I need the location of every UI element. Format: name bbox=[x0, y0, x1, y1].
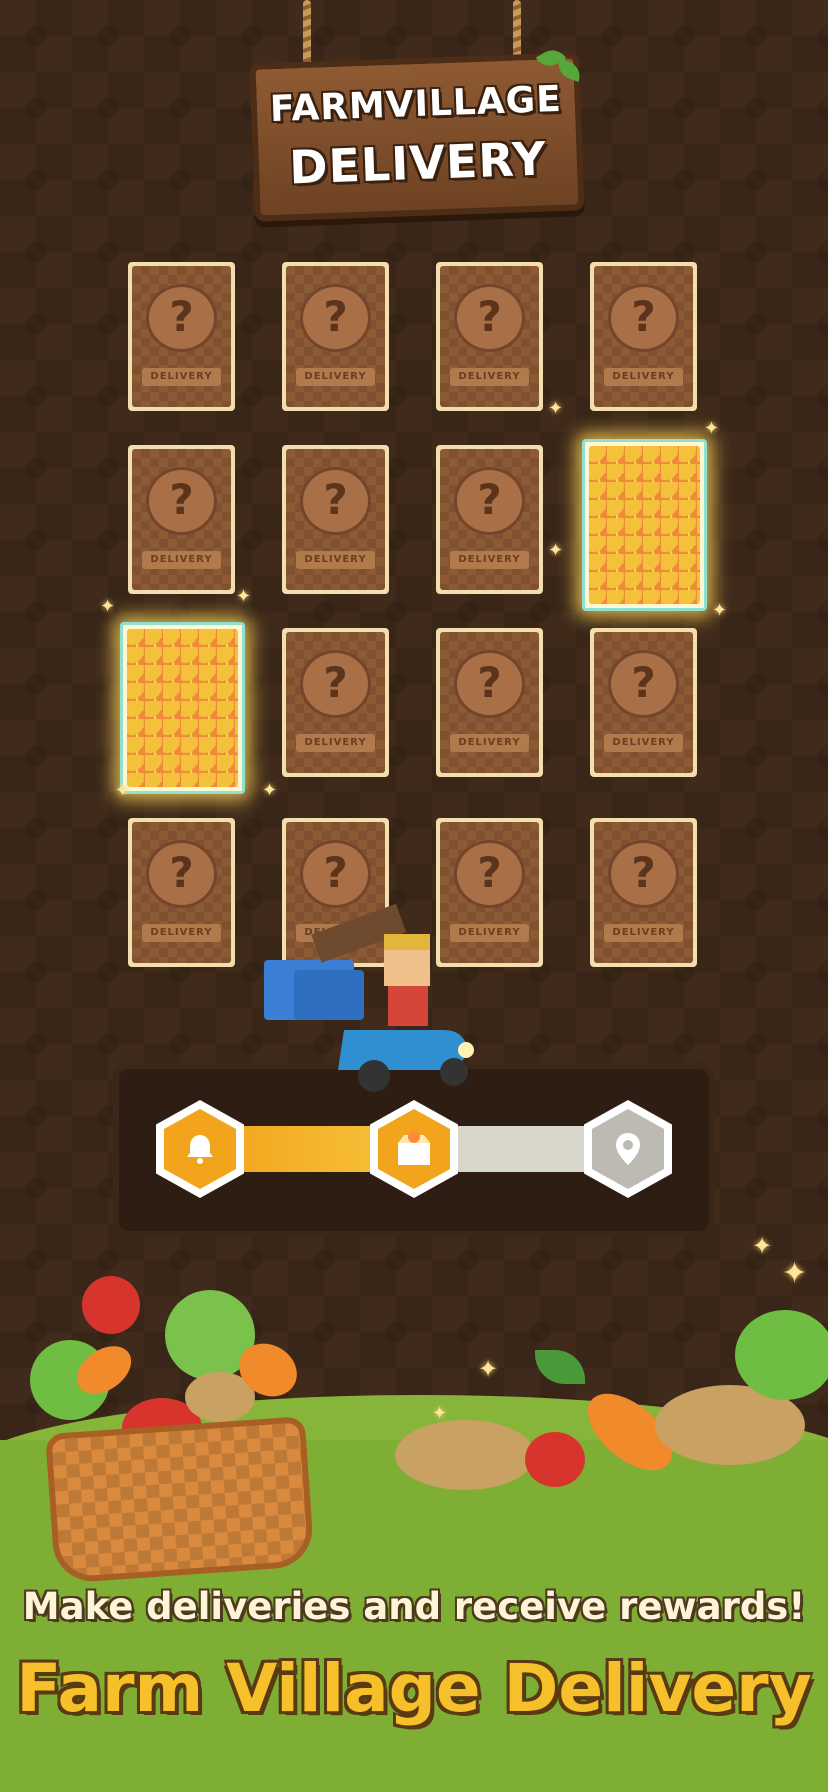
card-revealed[interactable] bbox=[582, 439, 707, 611]
sign-title-line2: DELIVERY bbox=[288, 131, 548, 195]
sign-rope-left bbox=[303, 0, 311, 70]
card-face: ? DELIVERY bbox=[132, 822, 231, 963]
card-face: ? DELIVERY bbox=[594, 822, 693, 963]
card-hidden[interactable]: ? DELIVERY bbox=[128, 262, 235, 411]
question-mark-icon: ? bbox=[631, 848, 656, 897]
card-hidden[interactable]: ? DELIVERY bbox=[436, 628, 543, 777]
potato-icon bbox=[395, 1420, 535, 1490]
bell-icon bbox=[164, 1129, 236, 1177]
sign-title-line1: FARMVILLAGE bbox=[269, 78, 563, 131]
card-revealed[interactable] bbox=[120, 622, 245, 794]
delivery-character bbox=[264, 903, 474, 1092]
card-label: DELIVERY bbox=[450, 368, 529, 386]
question-mark-icon: ? bbox=[323, 475, 348, 524]
card-face: ? DELIVERY bbox=[440, 632, 539, 773]
promo-tagline: Make deliveries and receive rewards! bbox=[22, 1585, 806, 1628]
floral-card-face bbox=[589, 446, 700, 604]
tomato-icon bbox=[525, 1432, 585, 1487]
sparkle-icon: ✦ bbox=[704, 418, 720, 439]
game-title: Farm Village Delivery bbox=[16, 1650, 812, 1727]
card-hidden[interactable]: ? DELIVERY bbox=[282, 262, 389, 411]
floral-card-face bbox=[127, 629, 238, 787]
question-mark-icon: ? bbox=[169, 848, 194, 897]
sparkle-icon: ✦ bbox=[478, 1355, 499, 1383]
card-face: ? DELIVERY bbox=[440, 266, 539, 407]
question-mark-icon: ? bbox=[631, 658, 656, 707]
question-mark-icon: ? bbox=[477, 475, 502, 524]
card-hidden[interactable]: ? DELIVERY bbox=[282, 445, 389, 594]
card-hidden[interactable]: ? DELIVERY bbox=[128, 818, 235, 967]
card-label: DELIVERY bbox=[450, 734, 529, 752]
card-face: ? DELIVERY bbox=[286, 632, 385, 773]
card-face: ? DELIVERY bbox=[440, 449, 539, 590]
sparkle-icon: ✦ bbox=[782, 1256, 808, 1291]
card-label: DELIVERY bbox=[450, 551, 529, 569]
card-face: ? DELIVERY bbox=[594, 266, 693, 407]
card-hidden[interactable]: ? DELIVERY bbox=[436, 445, 543, 594]
card-hidden[interactable]: ? DELIVERY bbox=[590, 628, 697, 777]
sparkle-icon: ✦ bbox=[262, 780, 278, 801]
card-label: DELIVERY bbox=[604, 368, 683, 386]
card-label: DELIVERY bbox=[142, 924, 221, 942]
package-icon bbox=[378, 1129, 450, 1177]
card-hidden[interactable]: ? DELIVERY bbox=[436, 262, 543, 411]
card-hidden[interactable]: ? DELIVERY bbox=[128, 445, 235, 594]
card-label: DELIVERY bbox=[604, 924, 683, 942]
card-label: DELIVERY bbox=[142, 368, 221, 386]
title-sign: FARMVILLAGE DELIVERY bbox=[249, 52, 585, 222]
sparkle-icon: ✦ bbox=[115, 780, 131, 801]
question-mark-icon: ? bbox=[323, 292, 348, 341]
card-label: DELIVERY bbox=[296, 368, 375, 386]
sparkle-icon: ✦ bbox=[752, 1232, 773, 1260]
card-hidden[interactable]: ? DELIVERY bbox=[282, 628, 389, 777]
card-face: ? DELIVERY bbox=[286, 266, 385, 407]
card-face: ? DELIVERY bbox=[286, 449, 385, 590]
card-hidden[interactable]: ? DELIVERY bbox=[590, 818, 697, 967]
sparkle-icon: ✦ bbox=[712, 600, 728, 621]
sparkle-icon: ✦ bbox=[548, 540, 564, 561]
card-face: ? DELIVERY bbox=[132, 266, 231, 407]
location-pin-icon bbox=[592, 1129, 664, 1177]
card-label: DELIVERY bbox=[296, 734, 375, 752]
sparkle-icon: ✦ bbox=[548, 398, 564, 419]
vegetable-basket bbox=[45, 1416, 315, 1584]
question-mark-icon: ? bbox=[323, 658, 348, 707]
question-mark-icon: ? bbox=[323, 848, 348, 897]
question-mark-icon: ? bbox=[169, 292, 194, 341]
sparkle-icon: ✦ bbox=[432, 1403, 448, 1424]
question-mark-icon: ? bbox=[169, 475, 194, 524]
question-mark-icon: ? bbox=[477, 848, 502, 897]
card-label: DELIVERY bbox=[604, 734, 683, 752]
card-label: DELIVERY bbox=[296, 551, 375, 569]
leaf-icon bbox=[535, 1350, 585, 1384]
question-mark-icon: ? bbox=[477, 292, 502, 341]
sparkle-icon: ✦ bbox=[236, 586, 252, 607]
game-screen: { "sign": { "line1": "FARMVILLAGE", "lin… bbox=[0, 0, 828, 1792]
sparkle-icon: ✦ bbox=[100, 596, 116, 617]
question-mark-icon: ? bbox=[477, 658, 502, 707]
lettuce-icon bbox=[735, 1310, 828, 1400]
card-label: DELIVERY bbox=[142, 551, 221, 569]
card-face: ? DELIVERY bbox=[594, 632, 693, 773]
card-face: ? DELIVERY bbox=[132, 449, 231, 590]
question-mark-icon: ? bbox=[631, 292, 656, 341]
tomato-icon bbox=[82, 1276, 140, 1334]
card-hidden[interactable]: ? DELIVERY bbox=[590, 262, 697, 411]
